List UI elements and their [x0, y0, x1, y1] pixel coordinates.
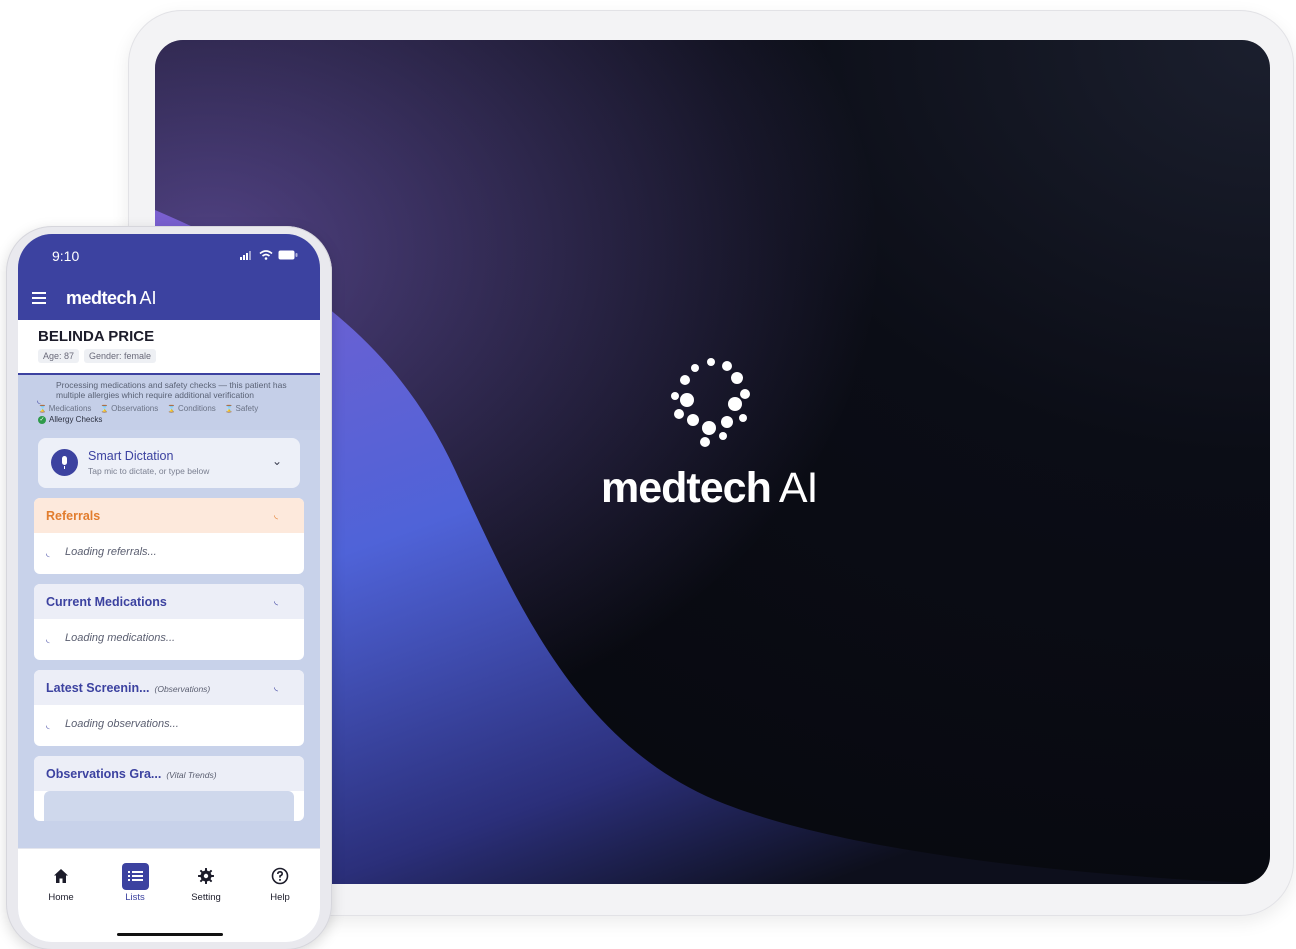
wifi-icon: [259, 250, 273, 260]
nav-label: Lists: [125, 892, 145, 903]
hamburger-icon[interactable]: [32, 292, 46, 307]
app-brand-regular: AI: [139, 288, 157, 308]
loading-text: Loading observations...: [65, 718, 179, 730]
list-icon: [127, 871, 143, 881]
splash-brand-bold: medtech: [601, 464, 772, 512]
dictation-subtitle: Tap mic to dictate, or type below: [88, 466, 210, 476]
spinner-icon: ◟: [274, 596, 278, 607]
step-conditions: Conditions: [167, 404, 216, 413]
card-title: Referrals: [46, 509, 101, 523]
splash-wordmark: medtech AI: [601, 464, 819, 513]
battery-icon: [278, 250, 298, 260]
loading-text: Loading referrals...: [65, 546, 157, 558]
nav-label: Help: [270, 892, 290, 903]
app-brand-bold: medtech: [66, 288, 137, 308]
card-title: Current Medications: [46, 595, 167, 609]
nav-home[interactable]: Home: [36, 863, 86, 903]
chevron-down-icon[interactable]: ⌄: [272, 454, 282, 468]
spinner-icon: ◟: [37, 395, 41, 405]
nav-label: Setting: [191, 892, 221, 903]
nav-help[interactable]: Help: [255, 863, 305, 903]
step-allergy-checks: Allergy Checks: [49, 415, 103, 424]
processing-message: Processing medications and safety checks…: [56, 380, 287, 400]
bottom-navigation: Home Lists Setting Help: [18, 848, 320, 942]
step-medications: Medications: [38, 404, 92, 413]
smart-dictation-panel[interactable]: Smart Dictation Tap mic to dictate, or t…: [38, 438, 300, 488]
patient-name: BELINDA PRICE: [38, 328, 155, 345]
card-subtitle: (Vital Trends): [166, 770, 217, 780]
app-bar: medtech AI: [18, 282, 320, 320]
signal-icon: [240, 250, 251, 260]
step-safety: Safety: [225, 404, 259, 413]
observations-graph-card[interactable]: Observations Gra... (Vital Trends): [34, 756, 304, 821]
nav-label: Home: [48, 892, 74, 903]
patient-header: BELINDA PRICE Age: 87 Gender: female: [18, 320, 320, 375]
step-observations: Observations: [100, 404, 158, 413]
status-bar: 9:10: [18, 234, 320, 282]
spinner-icon: ◟: [274, 510, 278, 521]
help-icon: [271, 867, 289, 885]
dictation-title: Smart Dictation: [88, 449, 174, 463]
card-title: Observations Gra...: [46, 767, 162, 781]
spinner-icon: ◟: [46, 634, 50, 644]
patient-gender-chip: Gender: female: [84, 349, 157, 363]
processing-banner: ◟ Processing medications and safety chec…: [18, 375, 320, 430]
spinner-icon: ◟: [46, 720, 50, 730]
gear-icon: [198, 868, 214, 884]
loading-text: Loading medications...: [65, 632, 176, 644]
lists-content: Smart Dictation Tap mic to dictate, or t…: [18, 430, 320, 821]
spinner-icon: ◟: [46, 548, 50, 558]
splash-brand-regular: AI: [778, 464, 819, 512]
check-icon: ✓: [38, 415, 46, 424]
nav-lists[interactable]: Lists: [110, 862, 160, 903]
app-brand: medtech AI: [66, 288, 157, 309]
spinner-icon: ◟: [274, 682, 278, 693]
current-medications-card[interactable]: Current Medications ◟ ◟ Loading medicati…: [34, 584, 304, 660]
graph-placeholder: [44, 791, 294, 821]
phone-screen: 9:10 medtech AI BELINDA PRICE Age: 87 Ge…: [18, 234, 320, 942]
home-indicator: [117, 933, 223, 936]
patient-age-chip: Age: 87: [38, 349, 80, 363]
status-time: 9:10: [52, 248, 80, 264]
nav-setting[interactable]: Setting: [181, 863, 231, 903]
dots-ring-icon: [671, 358, 750, 447]
card-subtitle: (Observations): [154, 684, 211, 694]
latest-screening-card[interactable]: Latest Screenin... (Observations) ◟ ◟ Loa…: [34, 670, 304, 746]
card-title: Latest Screenin...: [46, 681, 150, 695]
microphone-button[interactable]: [51, 449, 78, 476]
referrals-card[interactable]: Referrals ◟ ◟ Loading referrals...: [34, 498, 304, 574]
home-icon: [54, 869, 68, 883]
